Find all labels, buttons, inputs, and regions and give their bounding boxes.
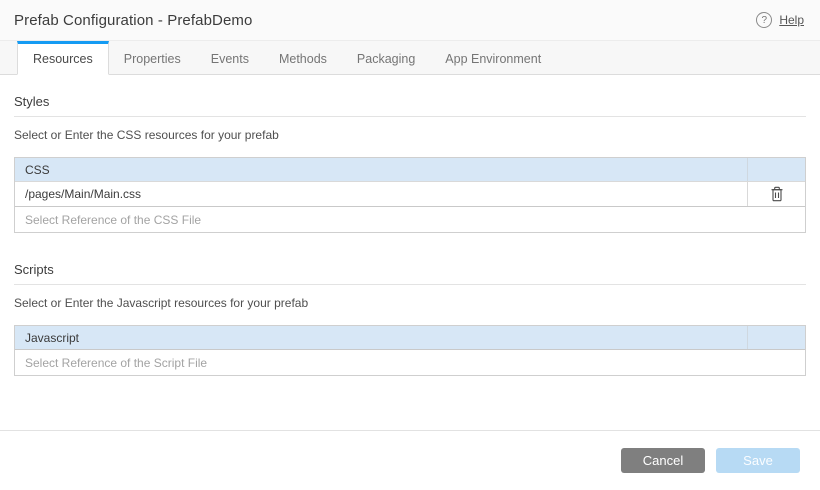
css-row-action-cell <box>747 182 805 206</box>
script-table-header-row: Javascript <box>15 326 805 349</box>
resources-tab-content: Styles Select or Enter the CSS resources… <box>0 75 820 430</box>
styles-section: Styles Select or Enter the CSS resources… <box>14 94 806 233</box>
table-row: /pages/Main/Main.css <box>15 181 805 206</box>
tab-resources[interactable]: Resources <box>17 41 109 75</box>
css-action-column-header <box>747 158 805 181</box>
trash-icon <box>770 190 784 205</box>
save-button[interactable]: Save <box>716 448 800 473</box>
page-title: Prefab Configuration - PrefabDemo <box>14 12 252 29</box>
tab-methods[interactable]: Methods <box>264 41 342 74</box>
help-question-icon: ? <box>756 12 772 28</box>
script-input-row <box>15 349 805 375</box>
tab-app-environment-label: App Environment <box>445 52 541 66</box>
script-reference-input[interactable] <box>15 350 805 375</box>
script-resources-table: Javascript <box>14 325 806 376</box>
styles-section-heading: Styles <box>14 94 806 117</box>
scripts-section-description: Select or Enter the Javascript resources… <box>14 296 806 310</box>
scripts-section: Scripts Select or Enter the Javascript r… <box>14 262 806 376</box>
css-resource-value: /pages/Main/Main.css <box>15 182 747 206</box>
delete-css-resource-button[interactable] <box>766 184 788 204</box>
css-table-header-row: CSS <box>15 158 805 181</box>
help-link-label: Help <box>779 13 804 27</box>
javascript-column-header: Javascript <box>15 331 747 345</box>
script-action-column-header <box>747 326 805 349</box>
css-input-row <box>15 206 805 232</box>
css-reference-input[interactable] <box>15 207 805 232</box>
css-resources-table: CSS /pages/Main/Main.css <box>14 157 806 233</box>
tab-bar: Resources Properties Events Methods Pack… <box>0 41 820 75</box>
css-column-header: CSS <box>15 163 747 177</box>
help-link[interactable]: ? Help <box>756 12 804 28</box>
cancel-button[interactable]: Cancel <box>621 448 705 473</box>
tab-properties-label: Properties <box>124 52 181 66</box>
tab-events-label: Events <box>211 52 249 66</box>
tab-packaging-label: Packaging <box>357 52 415 66</box>
tab-methods-label: Methods <box>279 52 327 66</box>
tab-packaging[interactable]: Packaging <box>342 41 430 74</box>
tab-resources-label: Resources <box>33 52 93 66</box>
tab-properties[interactable]: Properties <box>109 41 196 74</box>
styles-section-description: Select or Enter the CSS resources for yo… <box>14 128 806 142</box>
tab-events[interactable]: Events <box>196 41 264 74</box>
dialog-header: Prefab Configuration - PrefabDemo ? Help <box>0 0 820 41</box>
tab-app-environment[interactable]: App Environment <box>430 41 556 74</box>
dialog-footer: Cancel Save <box>0 430 820 490</box>
scripts-section-heading: Scripts <box>14 262 806 285</box>
